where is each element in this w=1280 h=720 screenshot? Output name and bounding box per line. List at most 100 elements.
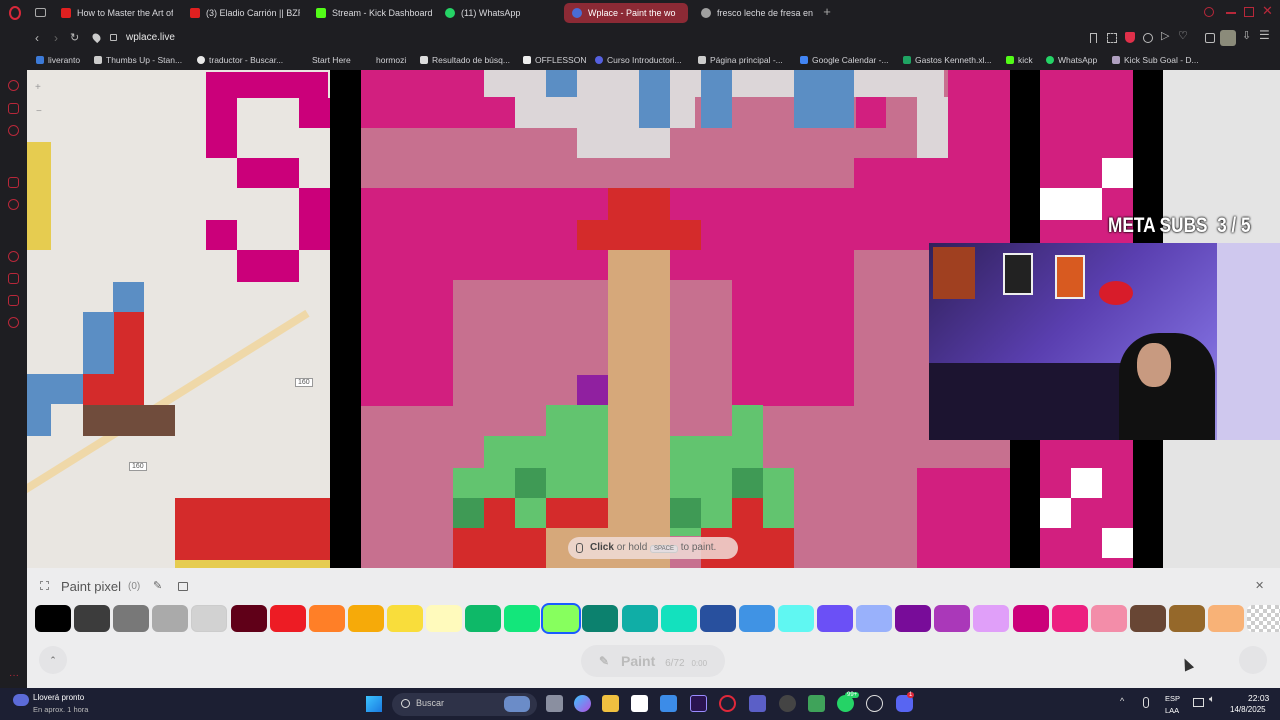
bookmark-item[interactable]: Kick Sub Goal - D...	[1112, 50, 1199, 70]
twitch-icon[interactable]	[8, 177, 19, 188]
telegram-icon[interactable]	[8, 199, 19, 210]
color-swatch[interactable]	[1051, 605, 1088, 632]
bookmark-item[interactable]: liveranto	[36, 50, 80, 70]
workspaces-icon[interactable]	[35, 8, 46, 17]
color-swatch[interactable]	[738, 605, 775, 632]
gamepad-icon[interactable]	[8, 125, 19, 136]
volume-icon[interactable]: 🔈︎	[1209, 694, 1215, 705]
color-swatch[interactable]	[1168, 605, 1205, 632]
weather-icon[interactable]	[13, 694, 29, 706]
color-swatch[interactable]	[35, 605, 71, 632]
color-swatch[interactable]	[582, 605, 619, 632]
map-zoom-in-button[interactable]: +	[35, 82, 41, 93]
tab-3[interactable]: (11) WhatsApp	[437, 3, 557, 23]
color-swatch[interactable]	[660, 605, 697, 632]
teams-icon[interactable]	[749, 695, 766, 712]
pencil-icon[interactable]: ✎	[153, 579, 162, 592]
download-icon[interactable]: ⇩	[1242, 29, 1251, 42]
color-swatch[interactable]	[621, 605, 658, 632]
lang-1[interactable]: ESP	[1165, 694, 1180, 703]
forward-icon[interactable]: ›	[54, 31, 58, 45]
transparent-swatch[interactable]	[1247, 605, 1280, 632]
pin-icon[interactable]	[8, 103, 19, 114]
paint-button[interactable]: ✎ Paint 6/72 0:00	[581, 645, 725, 677]
bookmark-item[interactable]: kick	[1006, 50, 1033, 70]
bookmark-item[interactable]: Google Calendar -...	[800, 50, 889, 70]
color-swatch[interactable]	[856, 605, 893, 632]
obs-icon[interactable]	[779, 695, 796, 712]
search-box[interactable]: Buscar	[392, 693, 537, 716]
url-field[interactable]: wplace.live	[126, 31, 175, 45]
color-swatch[interactable]	[817, 605, 853, 632]
bookmark-item[interactable]: OFFLESSON	[523, 50, 586, 70]
help-button[interactable]	[1239, 646, 1267, 674]
opera-logo-icon[interactable]	[9, 6, 21, 20]
todo-icon[interactable]	[660, 695, 677, 712]
close-window-button[interactable]: ✕	[1262, 4, 1273, 18]
history-icon[interactable]	[8, 251, 19, 262]
bookmark-item[interactable]: hormozi	[364, 50, 406, 70]
color-swatch[interactable]	[426, 605, 462, 632]
copilot-icon[interactable]	[574, 695, 591, 712]
adblock-shield-icon[interactable]	[1125, 32, 1135, 43]
file-explorer-icon[interactable]	[602, 695, 619, 712]
network-icon[interactable]	[1193, 698, 1204, 707]
color-swatch[interactable]	[386, 605, 423, 632]
eraser-icon[interactable]	[178, 582, 188, 591]
color-swatch[interactable]	[269, 605, 306, 632]
extensions-icon[interactable]	[1205, 33, 1215, 43]
color-swatch[interactable]	[543, 605, 580, 632]
vpn-icon[interactable]	[1143, 33, 1153, 43]
weather-title[interactable]: Lloverá pronto	[33, 693, 84, 702]
tab-wplace-active[interactable]: Wplace - Paint the wo	[564, 3, 688, 23]
tab-2[interactable]: Stream - Kick Dashboard	[308, 3, 433, 23]
color-swatch[interactable]	[74, 605, 111, 632]
close-panel-button[interactable]: ✕	[1255, 579, 1264, 592]
settings-icon[interactable]	[8, 317, 19, 328]
collapse-toggle-button[interactable]: ⌃	[39, 646, 67, 674]
bookmark-item[interactable]: Curso Introductori...	[595, 50, 682, 70]
color-swatch[interactable]	[1129, 605, 1166, 632]
map-zoom-out-button[interactable]: −	[36, 106, 42, 117]
bookmark-item[interactable]: Start Here	[300, 50, 351, 70]
music-icon[interactable]	[8, 273, 19, 284]
new-tab-button[interactable]: +	[820, 5, 834, 19]
bookmark-item[interactable]: Página principal -...	[698, 50, 783, 70]
extensions-icon[interactable]	[8, 295, 19, 306]
screenshot-icon[interactable]	[1107, 33, 1117, 43]
more-icon[interactable]: ···	[9, 670, 19, 681]
color-swatch[interactable]	[699, 605, 736, 632]
notepad-icon[interactable]	[808, 695, 825, 712]
color-swatch[interactable]	[113, 605, 150, 632]
color-swatch[interactable]	[934, 605, 971, 632]
back-icon[interactable]: ‹	[35, 31, 39, 45]
color-swatch[interactable]	[1208, 605, 1244, 632]
bookmark-item[interactable]: traductor - Buscar...	[197, 50, 283, 70]
color-swatch[interactable]	[973, 605, 1010, 632]
mic-icon[interactable]	[1143, 697, 1149, 708]
bookmark-item[interactable]: WhatsApp	[1046, 50, 1097, 70]
search-tabs-icon[interactable]	[1204, 7, 1214, 17]
task-view-icon[interactable]	[546, 695, 563, 712]
maximize-button[interactable]	[1244, 7, 1254, 17]
tab-5[interactable]: fresco leche de fresa en	[693, 3, 815, 23]
ai-aria-icon[interactable]	[8, 80, 19, 91]
clock-time[interactable]: 22:03	[1248, 693, 1269, 703]
color-swatch[interactable]	[230, 605, 267, 632]
bookmark-item[interactable]: Resultado de búsq...	[420, 50, 510, 70]
tray-chevron-icon[interactable]: ^	[1120, 696, 1124, 706]
color-swatch[interactable]	[152, 605, 189, 632]
arrow-app-icon[interactable]	[866, 695, 883, 712]
color-swatch[interactable]	[1090, 605, 1127, 632]
color-swatch[interactable]	[308, 605, 345, 632]
color-swatch[interactable]	[504, 605, 541, 632]
tab-1[interactable]: (3) Eladio Carrión || BZRP	[182, 3, 300, 23]
bookmark-icon[interactable]	[1090, 33, 1097, 43]
bookmark-item[interactable]: Gastos Kenneth.xl...	[903, 50, 992, 70]
reload-icon[interactable]: ↻	[70, 31, 79, 44]
color-swatch[interactable]	[465, 605, 502, 632]
heart-icon[interactable]: ♡	[1178, 29, 1188, 42]
opera-taskbar-icon[interactable]	[719, 695, 736, 712]
color-swatch[interactable]	[1012, 605, 1049, 632]
play-icon[interactable]: ▷	[1161, 29, 1169, 42]
